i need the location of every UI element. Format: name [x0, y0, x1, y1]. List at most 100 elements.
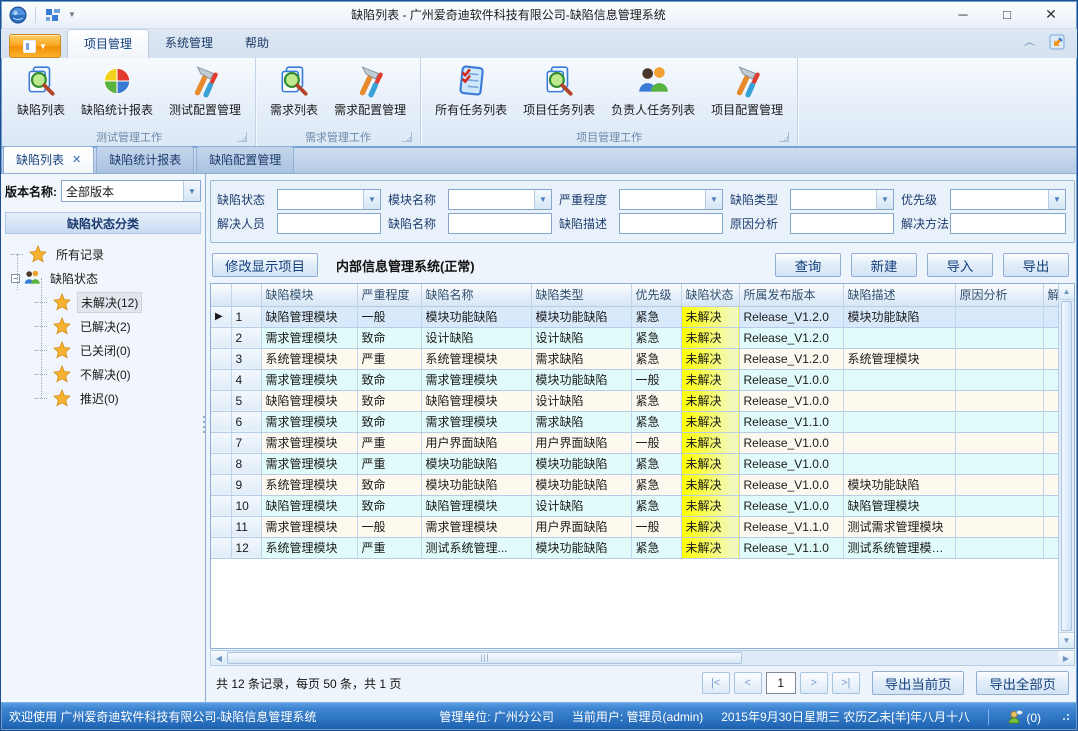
- tab-close-icon[interactable]: ✕: [72, 153, 81, 166]
- cell-status: 未解决: [681, 390, 739, 411]
- application-menu-button[interactable]: ▼: [9, 34, 61, 58]
- table-row[interactable]: 7需求管理模块严重用户界面缺陷用户界面缺陷一般未解决Release_V1.0.0: [211, 432, 1058, 453]
- tree-item-4[interactable]: 已解决(2): [11, 314, 201, 338]
- tree-item-6[interactable]: 不解决(0): [11, 362, 201, 386]
- new-button[interactable]: 新建: [851, 253, 917, 277]
- minimize-button[interactable]: ─: [941, 3, 985, 27]
- combo-arrow-icon[interactable]: ▼: [363, 190, 380, 209]
- export-current-page-button[interactable]: 导出当前页: [872, 671, 965, 695]
- tree-item-2[interactable]: −缺陷状态: [11, 266, 201, 290]
- layout-icon[interactable]: [44, 6, 62, 24]
- collapse-ribbon-icon[interactable]: ︿: [1024, 36, 1035, 49]
- last-page-button[interactable]: >|: [832, 672, 860, 694]
- document-tab-3[interactable]: 缺陷配置管理: [196, 146, 294, 173]
- first-page-button[interactable]: |<: [702, 672, 730, 694]
- scroll-up-icon[interactable]: ▲: [1059, 284, 1074, 300]
- filter-input[interactable]: [619, 213, 723, 234]
- style-switch-icon[interactable]: [1049, 34, 1065, 50]
- table-row[interactable]: 3系统管理模块严重系统管理模块需求缺陷紧急未解决Release_V1.2.0系统…: [211, 348, 1058, 369]
- column-header[interactable]: 缺陷状态: [681, 284, 739, 306]
- splitter-handle[interactable]: [201, 416, 206, 433]
- scroll-left-icon[interactable]: ◀: [211, 651, 227, 665]
- ribbon-button[interactable]: 需求配置管理: [326, 62, 414, 120]
- horizontal-scrollbar[interactable]: ◀ ▶: [210, 650, 1075, 666]
- scroll-right-icon[interactable]: ▶: [1058, 651, 1074, 665]
- filter-combobox[interactable]: ▼: [619, 189, 723, 210]
- dialog-launcher-icon[interactable]: [402, 132, 412, 142]
- filter-input[interactable]: [790, 213, 894, 234]
- maximize-button[interactable]: □: [985, 3, 1029, 27]
- export-button[interactable]: 导出: [1003, 253, 1069, 277]
- table-row[interactable]: 6需求管理模块致命需求管理模块需求缺陷紧急未解决Release_V1.1.0: [211, 411, 1058, 432]
- table-row[interactable]: 4需求管理模块致命需求管理模块模块功能缺陷一般未解决Release_V1.0.0: [211, 369, 1058, 390]
- combo-arrow-icon[interactable]: ▼: [876, 190, 893, 209]
- column-header[interactable]: 缺陷类型: [531, 284, 631, 306]
- tree-item-5[interactable]: 已关闭(0): [11, 338, 201, 362]
- tree-item-3[interactable]: 未解决(12): [11, 290, 201, 314]
- filter-combobox[interactable]: ▼: [277, 189, 381, 210]
- filter-input[interactable]: [277, 213, 381, 234]
- column-header[interactable]: 所属发布版本: [739, 284, 843, 306]
- tree-item-1[interactable]: 所有记录: [11, 242, 201, 266]
- column-header[interactable]: 缺陷描述: [843, 284, 955, 306]
- column-header[interactable]: 缺陷模块: [261, 284, 357, 306]
- ribbon-button[interactable]: 需求列表: [262, 62, 326, 120]
- table-row[interactable]: 11需求管理模块一般需求管理模块用户界面缺陷一般未解决Release_V1.1.…: [211, 516, 1058, 537]
- ribbon-button[interactable]: 项目任务列表: [515, 62, 603, 120]
- import-button[interactable]: 导入: [927, 253, 993, 277]
- table-row[interactable]: 12系统管理模块严重测试系统管理...模块功能缺陷紧急未解决Release_V1…: [211, 537, 1058, 558]
- vertical-scrollbar[interactable]: ▲ ▼: [1058, 284, 1074, 648]
- combo-arrow-icon[interactable]: ▼: [534, 190, 551, 209]
- ribbon-button[interactable]: 缺陷列表: [9, 62, 73, 120]
- ribbon-tab-3[interactable]: 帮助: [229, 29, 285, 58]
- column-header[interactable]: 缺陷名称: [421, 284, 531, 306]
- table-row[interactable]: 5缺陷管理模块致命缺陷管理模块设计缺陷紧急未解决Release_V1.0.0: [211, 390, 1058, 411]
- resize-grip[interactable]: [1063, 714, 1069, 720]
- column-header[interactable]: 严重程度: [357, 284, 421, 306]
- prev-page-button[interactable]: <: [734, 672, 762, 694]
- document-tab-2[interactable]: 缺陷统计报表: [96, 146, 194, 173]
- dialog-launcher-icon[interactable]: [779, 132, 789, 142]
- messages-indicator[interactable]: (0): [1007, 709, 1041, 725]
- vertical-scroll-thumb[interactable]: [1061, 301, 1072, 631]
- filter-input[interactable]: [950, 213, 1066, 234]
- document-tab-1[interactable]: 缺陷列表✕: [3, 146, 94, 173]
- filter-input[interactable]: [448, 213, 552, 234]
- ribbon-tab-2[interactable]: 系统管理: [149, 29, 229, 58]
- close-button[interactable]: ✕: [1029, 3, 1073, 27]
- tree-expander-icon[interactable]: −: [11, 274, 20, 283]
- combo-arrow-icon[interactable]: ▼: [183, 181, 200, 201]
- ribbon-tab-1[interactable]: 项目管理: [67, 29, 149, 58]
- modify-display-items-button[interactable]: 修改显示项目: [212, 253, 318, 277]
- table-row[interactable]: ▶1缺陷管理模块一般模块功能缺陷模块功能缺陷紧急未解决Release_V1.2.…: [211, 306, 1058, 327]
- ribbon-button[interactable]: 负责人任务列表: [603, 62, 703, 120]
- next-page-button[interactable]: >: [800, 672, 828, 694]
- filter-combobox[interactable]: ▼: [950, 189, 1066, 210]
- table-row[interactable]: 9系统管理模块致命模块功能缺陷模块功能缺陷紧急未解决Release_V1.0.0…: [211, 474, 1058, 495]
- page-number-input[interactable]: 1: [766, 672, 796, 694]
- query-button[interactable]: 查询: [775, 253, 841, 277]
- horizontal-scroll-thumb[interactable]: [227, 652, 742, 664]
- table-row[interactable]: 10缺陷管理模块致命缺陷管理模块设计缺陷紧急未解决Release_V1.0.0缺…: [211, 495, 1058, 516]
- tree-item-7[interactable]: 推迟(0): [11, 386, 201, 410]
- table-row[interactable]: 2需求管理模块致命设计缺陷设计缺陷紧急未解决Release_V1.2.0: [211, 327, 1058, 348]
- version-combobox[interactable]: 全部版本 ▼: [61, 180, 201, 202]
- filter-combobox[interactable]: ▼: [448, 189, 552, 210]
- combo-arrow-icon[interactable]: ▼: [1048, 190, 1065, 209]
- column-header[interactable]: 解决方法: [1043, 284, 1058, 306]
- cell-severity: 一般: [357, 306, 421, 327]
- combo-arrow-icon[interactable]: ▼: [705, 190, 722, 209]
- column-header[interactable]: 优先级: [631, 284, 681, 306]
- export-all-pages-button[interactable]: 导出全部页: [976, 671, 1069, 695]
- column-header[interactable]: 原因分析: [955, 284, 1043, 306]
- quick-access-dropdown-icon[interactable]: ▼: [68, 10, 76, 19]
- scroll-down-icon[interactable]: ▼: [1059, 632, 1074, 648]
- ribbon-button[interactable]: 所有任务列表: [427, 62, 515, 120]
- filter-combobox[interactable]: ▼: [790, 189, 894, 210]
- dialog-launcher-icon[interactable]: [237, 132, 247, 142]
- ribbon-button[interactable]: 项目配置管理: [703, 62, 791, 120]
- ribbon-button[interactable]: 测试配置管理: [161, 62, 249, 120]
- cell-severity: 致命: [357, 369, 421, 390]
- ribbon-button[interactable]: 缺陷统计报表: [73, 62, 161, 120]
- table-row[interactable]: 8需求管理模块严重模块功能缺陷模块功能缺陷紧急未解决Release_V1.0.0: [211, 453, 1058, 474]
